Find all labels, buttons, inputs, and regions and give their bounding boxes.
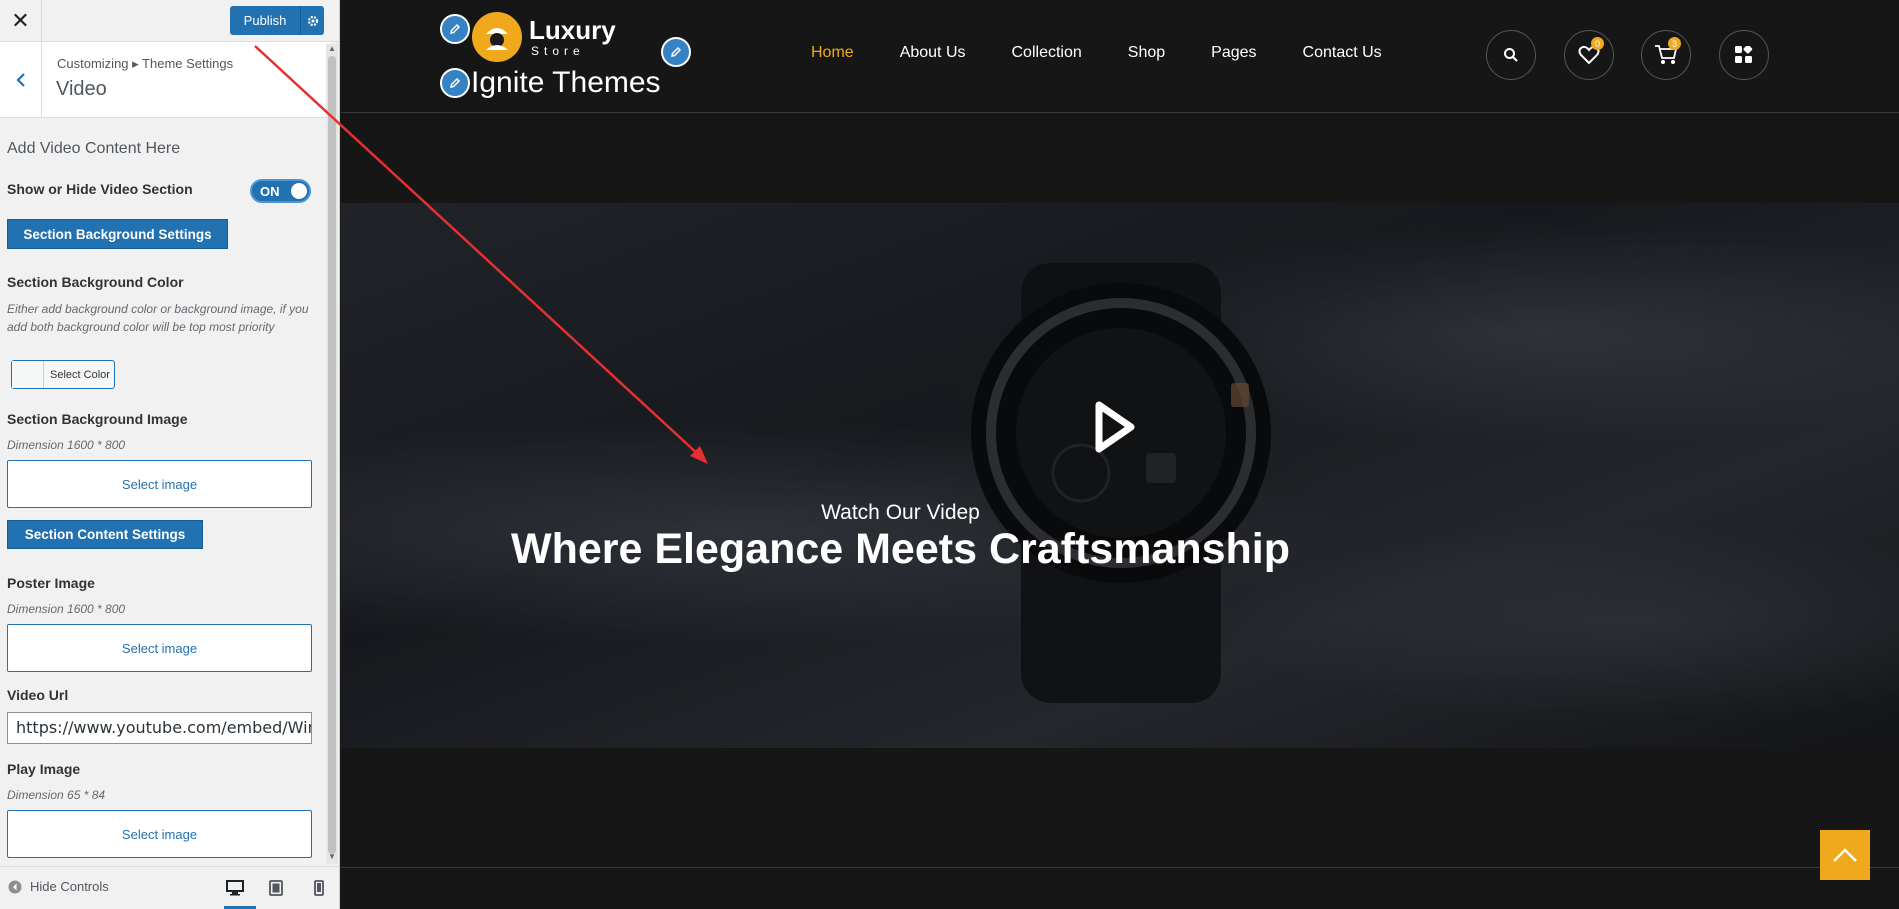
toggle-knob bbox=[291, 183, 307, 199]
color-swatch bbox=[12, 361, 44, 388]
video-url-input[interactable]: https://www.youtube.com/embed/Wimb bbox=[7, 712, 312, 744]
play-image-dimension: Dimension 65 * 84 bbox=[7, 788, 106, 802]
play-image-label: Play Image bbox=[7, 761, 81, 777]
desktop-preview-icon[interactable] bbox=[226, 879, 244, 897]
customizer-sidebar: ✕ Publish Customizing ▸ Theme Settings V… bbox=[0, 0, 340, 909]
main-nav: Home About Us Collection Shop Pages Cont… bbox=[811, 44, 1428, 62]
cart-count: 3 bbox=[1668, 37, 1681, 50]
play-icon[interactable] bbox=[1095, 401, 1135, 453]
back-icon[interactable] bbox=[0, 42, 42, 118]
hero-subtitle: Watch Our Videp bbox=[821, 501, 980, 524]
edit-title-pencil-icon[interactable] bbox=[661, 37, 691, 67]
video-hero-section: Watch Our Videp Where Elegance Meets Cra… bbox=[341, 203, 1899, 748]
video-url-value: https://www.youtube.com/embed/Wimb bbox=[16, 718, 312, 737]
wishlist-count: 0 bbox=[1591, 37, 1604, 50]
poster-image-dimension: Dimension 1600 * 800 bbox=[7, 602, 126, 616]
search-icon[interactable] bbox=[1486, 30, 1536, 80]
content-settings-button[interactable]: Section Content Settings bbox=[7, 520, 203, 549]
grid-icon[interactable] bbox=[1719, 30, 1769, 80]
section-header: Customizing ▸ Theme Settings Video bbox=[0, 42, 330, 118]
mobile-preview-icon[interactable] bbox=[310, 879, 328, 897]
panel-heading: Add Video Content Here bbox=[7, 140, 181, 157]
scrollbar-thumb[interactable] bbox=[328, 56, 336, 854]
tablet-preview-icon[interactable] bbox=[267, 879, 285, 897]
logo-subtitle: Store bbox=[531, 44, 585, 58]
site-preview: Luxury Store Ignite Themes Home About Us… bbox=[341, 0, 1899, 909]
site-title[interactable]: Ignite Themes bbox=[471, 66, 661, 100]
cart-button[interactable]: 3 bbox=[1641, 30, 1691, 80]
hide-controls-button[interactable]: Hide Controls bbox=[8, 879, 109, 894]
bg-image-label: Section Background Image bbox=[7, 411, 188, 427]
video-section-toggle[interactable]: ON bbox=[250, 179, 311, 203]
bg-color-label: Section Background Color bbox=[7, 274, 184, 290]
section-divider bbox=[341, 867, 1899, 868]
logo-word[interactable]: Luxury bbox=[529, 15, 616, 46]
breadcrumb: Customizing ▸ Theme Settings bbox=[57, 56, 234, 71]
nav-item-about-us[interactable]: About Us bbox=[900, 44, 966, 62]
nav-item-home[interactable]: Home bbox=[811, 44, 854, 62]
gear-icon[interactable] bbox=[300, 6, 324, 35]
show-hide-label: Show or Hide Video Section bbox=[7, 181, 193, 197]
poster-image-label: Poster Image bbox=[7, 575, 95, 591]
scroll-to-top-button[interactable] bbox=[1820, 830, 1870, 880]
bg-image-dimension: Dimension 1600 * 800 bbox=[7, 438, 126, 452]
hero-overlay bbox=[341, 203, 1899, 748]
collapse-icon bbox=[8, 880, 22, 893]
sidebar-scrollbar[interactable] bbox=[326, 44, 338, 864]
nav-item-collection[interactable]: Collection bbox=[1012, 44, 1082, 62]
video-url-label: Video Url bbox=[7, 687, 69, 703]
site-header: Luxury Store Ignite Themes Home About Us… bbox=[341, 0, 1899, 113]
toggle-state: ON bbox=[260, 184, 280, 199]
hide-controls-label: Hide Controls bbox=[30, 879, 109, 894]
scroll-up-icon[interactable]: ▲ bbox=[328, 44, 336, 53]
nav-item-pages[interactable]: Pages bbox=[1211, 44, 1256, 62]
bg-settings-button[interactable]: Section Background Settings bbox=[7, 219, 228, 249]
logo-mark[interactable] bbox=[472, 12, 522, 62]
edit-site-title-pencil-icon[interactable] bbox=[440, 68, 470, 98]
customizer-topbar: ✕ Publish bbox=[0, 0, 339, 42]
wishlist-button[interactable]: 0 bbox=[1564, 30, 1614, 80]
close-icon[interactable]: ✕ bbox=[0, 0, 42, 42]
publish-button[interactable]: Publish bbox=[230, 6, 300, 35]
bg-color-description: Either add background color or backgroun… bbox=[7, 302, 309, 334]
select-color-button[interactable]: Select Color bbox=[11, 360, 115, 389]
edit-logo-pencil-icon[interactable] bbox=[440, 14, 470, 44]
nav-item-shop[interactable]: Shop bbox=[1128, 44, 1165, 62]
play-image-select-button[interactable]: Select image bbox=[7, 810, 312, 858]
scroll-down-icon[interactable]: ▼ bbox=[328, 852, 336, 861]
section-title: Video bbox=[56, 78, 107, 100]
customizer-footer: Hide Controls bbox=[0, 866, 339, 909]
hero-title: Where Elegance Meets Craftsmanship bbox=[510, 525, 1291, 573]
poster-image-select-button[interactable]: Select image bbox=[7, 624, 312, 672]
select-color-label: Select Color bbox=[50, 368, 110, 381]
bg-image-select-button[interactable]: Select image bbox=[7, 460, 312, 508]
nav-item-contact-us[interactable]: Contact Us bbox=[1303, 44, 1382, 62]
chevron-up-icon bbox=[1833, 848, 1857, 862]
